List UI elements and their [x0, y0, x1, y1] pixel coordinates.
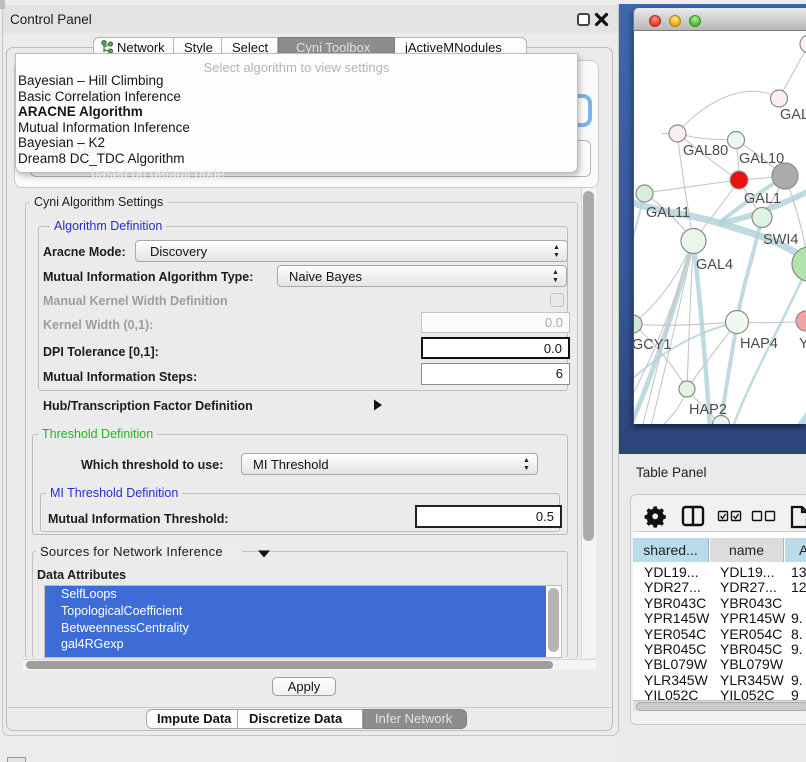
svg-text:GAL10: GAL10 [739, 151, 784, 167]
svg-text:GAL1: GAL1 [744, 191, 781, 207]
svg-text:GAL80: GAL80 [683, 143, 728, 159]
svg-text:YM: YM [799, 336, 806, 352]
svg-text:GAL7: GAL7 [780, 107, 806, 123]
svg-text:SWI4: SWI4 [763, 232, 798, 248]
svg-text:HAP4: HAP4 [740, 336, 778, 352]
svg-text:HAP2: HAP2 [689, 402, 727, 418]
svg-text:GAL4: GAL4 [696, 257, 733, 273]
svg-text:GAL11: GAL11 [646, 205, 690, 221]
svg-text:GCY1: GCY1 [634, 337, 672, 353]
